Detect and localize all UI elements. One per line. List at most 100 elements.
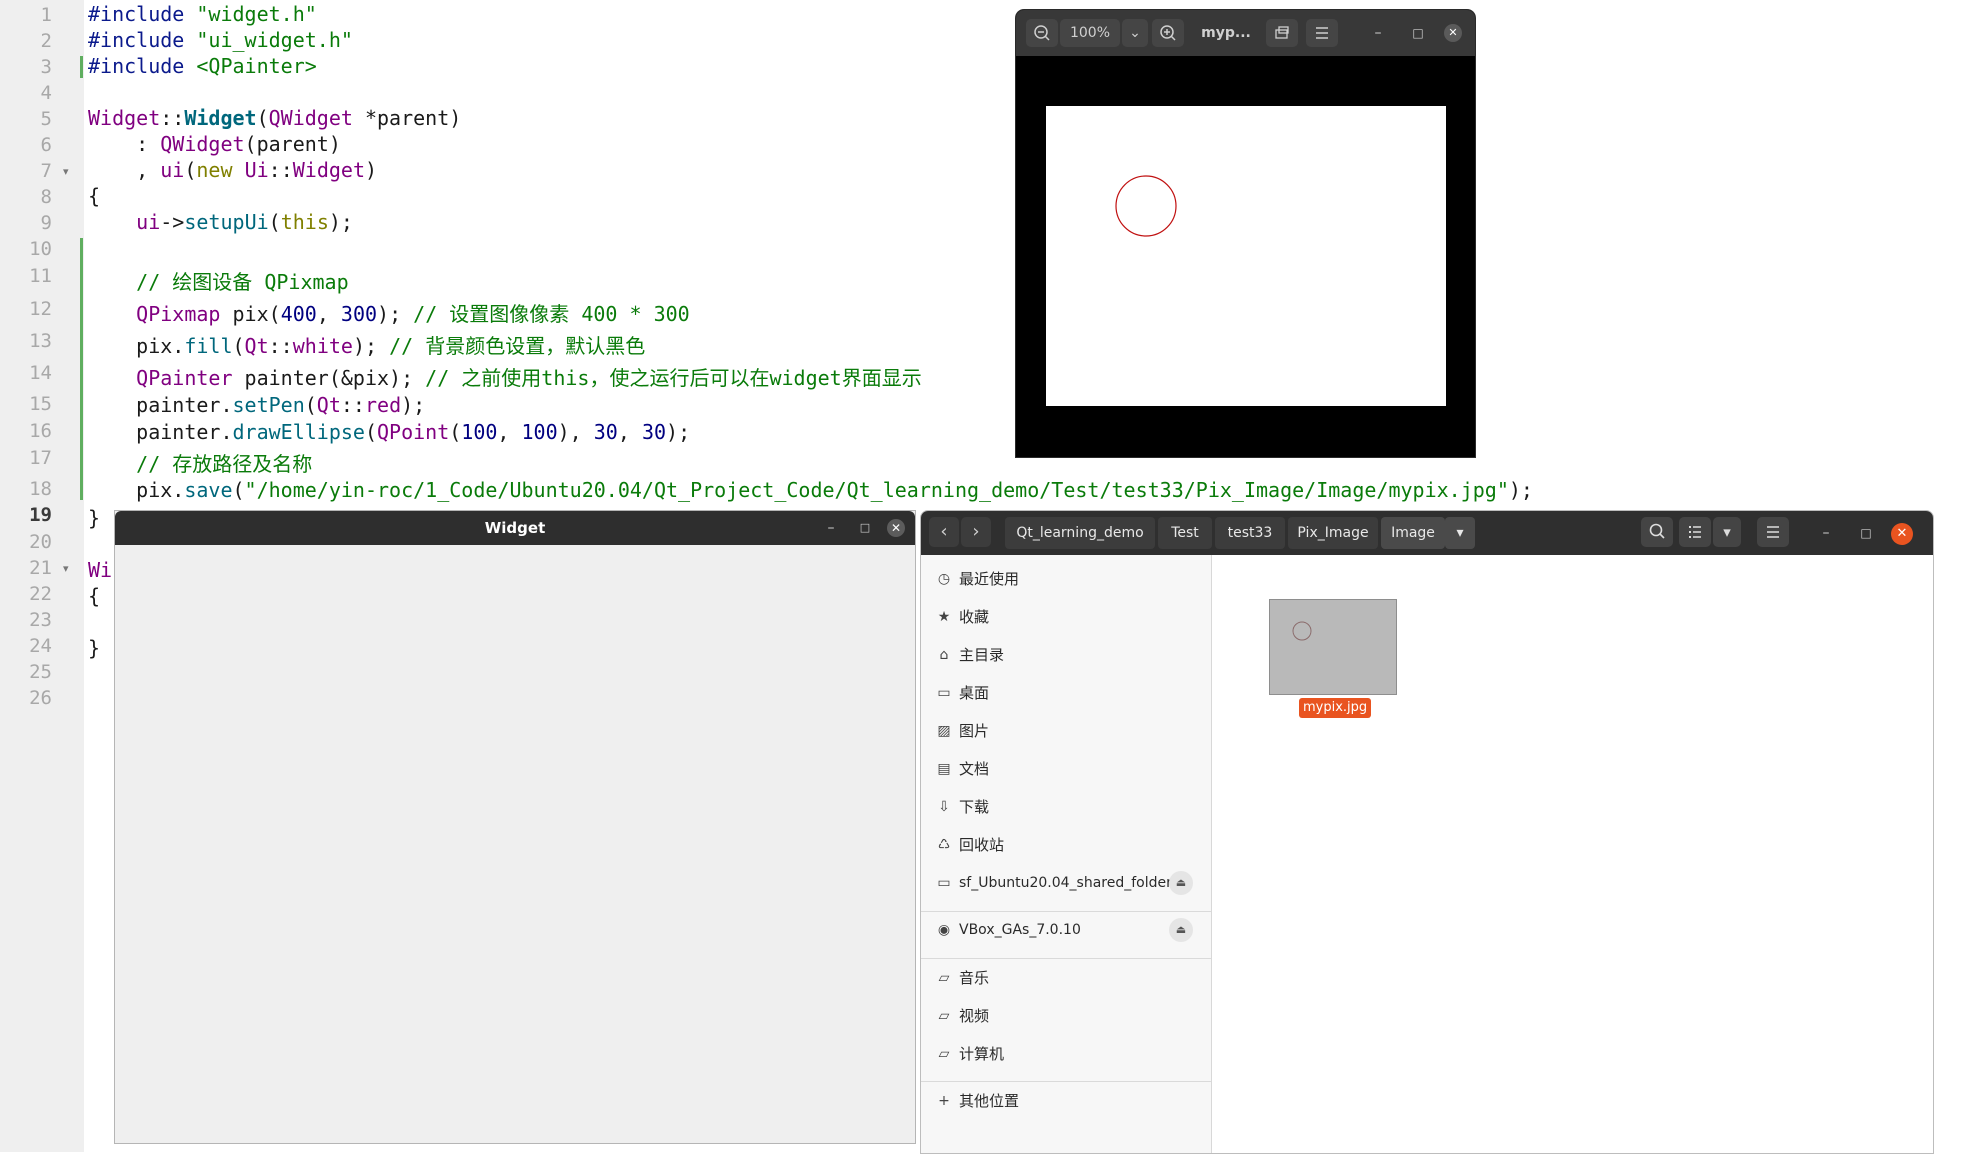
code-line: Widget::Widget(QWidget *parent) bbox=[88, 106, 461, 130]
code-token: :: bbox=[268, 334, 293, 358]
breadcrumb-pix-image[interactable]: Pix_Image bbox=[1288, 517, 1378, 549]
disc-icon: ◉ bbox=[937, 922, 951, 938]
sidebar-item-home[interactable]: ⌂ 主目录 bbox=[921, 637, 1211, 673]
number-token: 100 bbox=[461, 420, 498, 444]
minimize-button[interactable]: – bbox=[819, 511, 843, 545]
breadcrumb-menu-button[interactable]: ▾ bbox=[1445, 517, 1475, 549]
eject-icon[interactable]: ⏏ bbox=[1169, 871, 1193, 895]
sidebar-item-downloads[interactable]: ⇩ 下载 bbox=[921, 789, 1211, 825]
line-number: 23 bbox=[29, 609, 52, 631]
code-token: ), bbox=[557, 420, 594, 444]
sidebar-item-pictures[interactable]: ▨ 图片 bbox=[921, 713, 1211, 749]
sidebar-item-label: 主目录 bbox=[959, 646, 1005, 664]
zoom-level[interactable]: 100% bbox=[1060, 19, 1120, 47]
zoom-in-icon bbox=[1160, 25, 1176, 41]
sidebar-item-shared-folder[interactable]: ▭ sf_Ubuntu20.04_shared_folder ⏏ bbox=[921, 865, 1211, 901]
minimize-button[interactable]: – bbox=[1366, 19, 1390, 47]
preprocessor-token: #include bbox=[88, 28, 185, 52]
sidebar-item-recent[interactable]: ◷ 最近使用 bbox=[921, 561, 1211, 597]
thumbnail-circle bbox=[1292, 621, 1312, 641]
code-token: , bbox=[88, 158, 161, 182]
code-token: painter(&pix); bbox=[232, 366, 426, 390]
sidebar-item-vbox-gas[interactable]: ◉ VBox_GAs_7.0.10 ⏏ bbox=[921, 912, 1211, 948]
forward-button[interactable]: › bbox=[961, 517, 991, 547]
code-token: ); bbox=[352, 334, 390, 358]
rotate-button[interactable] bbox=[1266, 19, 1298, 47]
code-line: pix.save("/home/yin-roc/1_Code/Ubuntu20.… bbox=[88, 478, 1533, 502]
displayed-image bbox=[1046, 106, 1446, 406]
code-token: ( bbox=[449, 420, 462, 444]
change-marker bbox=[80, 238, 83, 500]
code-line: : QWidget(parent) bbox=[88, 132, 341, 156]
sidebar-item-label: VBox_GAs_7.0.10 bbox=[959, 922, 1081, 938]
breadcrumb-test33[interactable]: test33 bbox=[1215, 517, 1285, 549]
line-number: 5 bbox=[40, 108, 52, 130]
code-token: ); bbox=[401, 393, 426, 417]
code-token: { bbox=[88, 184, 101, 208]
sidebar-item-documents[interactable]: ▤ 文档 bbox=[921, 751, 1211, 787]
line-number: 18 bbox=[29, 478, 52, 500]
close-button[interactable]: ✕ bbox=[1444, 24, 1462, 42]
breadcrumb-image[interactable]: Image bbox=[1381, 517, 1445, 549]
trash-icon: ♺ bbox=[937, 837, 951, 853]
search-button[interactable] bbox=[1641, 517, 1673, 547]
code-token: painter. bbox=[88, 393, 233, 417]
type-token: QPixmap bbox=[136, 302, 221, 326]
sidebar-item-videos[interactable]: ▱ 视频 bbox=[921, 998, 1211, 1034]
close-button[interactable]: ✕ bbox=[887, 519, 905, 537]
function-token: Widget bbox=[184, 106, 257, 130]
code-token: ( bbox=[232, 334, 245, 358]
preprocessor-token: #include bbox=[88, 2, 185, 26]
sidebar-item-other-locations[interactable]: + 其他位置 bbox=[921, 1083, 1211, 1119]
sidebar-item-computer[interactable]: ▱ 计算机 bbox=[921, 1036, 1211, 1072]
code-token: : bbox=[88, 132, 161, 156]
folder-icon: ▱ bbox=[938, 1008, 950, 1024]
breadcrumb-qt-learning-demo[interactable]: Qt_learning_demo bbox=[1005, 517, 1155, 549]
preprocessor-token: #include bbox=[88, 54, 185, 78]
close-button[interactable]: ✕ bbox=[1891, 523, 1913, 545]
view-options-button[interactable]: ▾ bbox=[1713, 517, 1741, 547]
viewer-menu-button[interactable] bbox=[1306, 19, 1338, 47]
main-menu-button[interactable] bbox=[1757, 517, 1789, 547]
zoom-menu-button[interactable]: ⌄ bbox=[1122, 19, 1148, 47]
file-name-label[interactable]: mypix.jpg bbox=[1299, 698, 1372, 718]
code-token: , bbox=[617, 420, 642, 444]
line-number: 25 bbox=[29, 661, 52, 683]
view-toggle-button[interactable] bbox=[1679, 517, 1711, 547]
eject-icon[interactable]: ⏏ bbox=[1169, 918, 1193, 942]
file-manager-headerbar: ‹ › Qt_learning_demo Test test33 Pix_Ima… bbox=[921, 511, 1933, 555]
chevron-left-icon: ‹ bbox=[940, 521, 948, 542]
code-line: pix.fill(Qt::white); // 背景颜色设置，默认黑色 bbox=[88, 330, 645, 359]
maximize-button[interactable]: □ bbox=[1853, 511, 1879, 555]
plus-icon: + bbox=[938, 1093, 950, 1109]
line-number: 6 bbox=[40, 134, 52, 156]
number-token: 100 bbox=[521, 420, 558, 444]
sidebar-item-trash[interactable]: ♺ 回收站 bbox=[921, 827, 1211, 863]
line-number: 1 bbox=[40, 4, 52, 26]
breadcrumb-test[interactable]: Test bbox=[1158, 517, 1212, 549]
sidebar-item-label: 桌面 bbox=[959, 684, 990, 702]
maximize-button[interactable]: □ bbox=[853, 511, 877, 545]
sidebar-item-desktop[interactable]: ▭ 桌面 bbox=[921, 675, 1211, 711]
code-line: ui->setupUi(this); bbox=[88, 210, 353, 234]
sidebar-item-music[interactable]: ▱ 音乐 bbox=[921, 960, 1211, 996]
comment-token: // 设置图像像素 400 * 300 bbox=[413, 302, 690, 326]
code-token: *parent) bbox=[352, 106, 462, 130]
zoom-in-button[interactable] bbox=[1152, 19, 1184, 47]
code-comment-line: // 绘图设备 QPixmap bbox=[88, 270, 349, 294]
zoom-out-button[interactable] bbox=[1026, 19, 1058, 47]
fold-arrow-icon[interactable]: ▾ bbox=[63, 562, 69, 575]
line-number: 11 bbox=[29, 265, 52, 287]
line-number: 22 bbox=[29, 583, 52, 605]
line-number: 16 bbox=[29, 420, 52, 442]
minimize-button[interactable]: – bbox=[1813, 511, 1839, 555]
fold-arrow-icon[interactable]: ▾ bbox=[63, 165, 69, 178]
back-button[interactable]: ‹ bbox=[929, 517, 959, 547]
file-thumbnail[interactable] bbox=[1269, 599, 1397, 695]
maximize-button[interactable]: □ bbox=[1406, 19, 1430, 47]
sidebar-item-starred[interactable]: ★ 收藏 bbox=[921, 599, 1211, 635]
home-icon: ⌂ bbox=[939, 647, 949, 663]
